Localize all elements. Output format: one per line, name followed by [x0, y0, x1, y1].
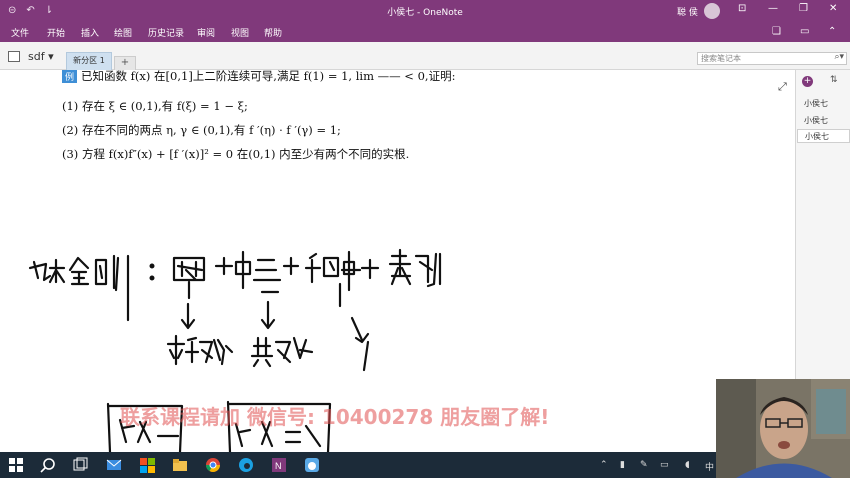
tab-view[interactable]: 视图 — [231, 26, 249, 39]
mail-icon[interactable] — [106, 457, 122, 473]
window-title: 小侯七 - OneNote — [387, 8, 463, 18]
avatar[interactable] — [704, 3, 720, 19]
tab-history[interactable]: 历史记录 — [148, 26, 184, 39]
webcam-overlay — [716, 379, 850, 478]
tab-review[interactable]: 审阅 — [197, 26, 215, 39]
title-bar: ⊝ ↶ ⇂ 小侯七 - OneNote 聪 侯 ⊡ — ❐ ✕ — [0, 0, 850, 22]
tab-file[interactable]: 文件 — [11, 26, 29, 39]
ribbon-display-icon[interactable]: ⊡ — [738, 3, 746, 14]
comment-icon[interactable]: ▭ — [800, 26, 809, 37]
page-item[interactable]: 小侯七 — [804, 115, 828, 126]
svg-text:N: N — [275, 461, 282, 471]
ink-layer: 联系课程请加 微信号: 10400278 朋友圈了解! — [28, 248, 549, 452]
add-section-button[interactable]: + — [114, 56, 136, 70]
page-canvas[interactable]: 例已知函数 f(x) 在[0,1]上二阶连续可导,满足 f(1) = 1, li… — [0, 70, 795, 452]
chrome-icon[interactable] — [205, 457, 221, 473]
add-page-button[interactable]: + — [802, 76, 813, 87]
search-placeholder: 搜索笔记本 — [701, 54, 741, 63]
tab-help[interactable]: 帮助 — [264, 26, 282, 39]
onenote-icon[interactable]: N — [271, 457, 287, 473]
watermark: 联系课程请加 微信号: 10400278 朋友圈了解! — [120, 405, 549, 429]
app-icon[interactable] — [304, 457, 320, 473]
store-icon[interactable] — [139, 457, 155, 473]
search-icon[interactable]: ⌕▾ — [834, 52, 844, 63]
tab-insert[interactable]: 插入 — [81, 26, 99, 39]
edge-icon[interactable] — [238, 457, 254, 473]
notebook-name-label: sdf — [28, 50, 45, 63]
minimize-icon[interactable]: — — [768, 3, 778, 14]
page-item[interactable]: 小侯七 — [804, 98, 828, 109]
volume-icon[interactable]: ◖ — [685, 460, 690, 470]
maximize-icon[interactable]: ❐ — [799, 3, 808, 14]
chat-icon[interactable]: ▭ — [660, 460, 669, 470]
notebook-icon[interactable] — [8, 51, 20, 62]
onenote-window: ⊝ ↶ ⇂ 小侯七 - OneNote 聪 侯 ⊡ — ❐ ✕ 文件 开始 插入… — [0, 0, 850, 478]
task-view-icon[interactable] — [72, 457, 88, 473]
search-input[interactable]: 搜索笔记本 ⌕▾ — [697, 52, 847, 65]
search-icon[interactable] — [40, 457, 56, 473]
ribbon-tabs: 文件 开始 插入 绘图 历史记录 审阅 视图 帮助 ❏ ▭ ⌃ — [0, 22, 850, 42]
notebook-name[interactable]: sdf ▾ — [28, 50, 54, 63]
user-name[interactable]: 聪 侯 — [677, 5, 698, 18]
sort-pages-icon[interactable]: ⇅ — [830, 75, 838, 85]
ime-icon[interactable]: 中 — [705, 460, 714, 473]
close-icon[interactable]: ✕ — [829, 3, 837, 14]
section-tab[interactable]: 新分区 1 — [66, 52, 112, 70]
page-item-selected[interactable]: 小侯七 — [797, 129, 850, 143]
tab-home[interactable]: 开始 — [47, 26, 65, 39]
collapse-ribbon-icon[interactable]: ⌃ — [828, 26, 836, 37]
tray-chevron-icon[interactable]: ⌃ — [600, 460, 608, 470]
tab-draw[interactable]: 绘图 — [114, 26, 132, 39]
file-explorer-icon[interactable] — [172, 457, 188, 473]
expand-page-icon[interactable]: ⤢ — [778, 80, 787, 94]
pen-icon[interactable]: ✎ — [640, 460, 648, 470]
notebook-switch-icon[interactable]: ❏ — [772, 26, 781, 37]
windows-start-icon[interactable] — [8, 457, 24, 473]
network-icon[interactable]: ▮ — [620, 460, 625, 470]
